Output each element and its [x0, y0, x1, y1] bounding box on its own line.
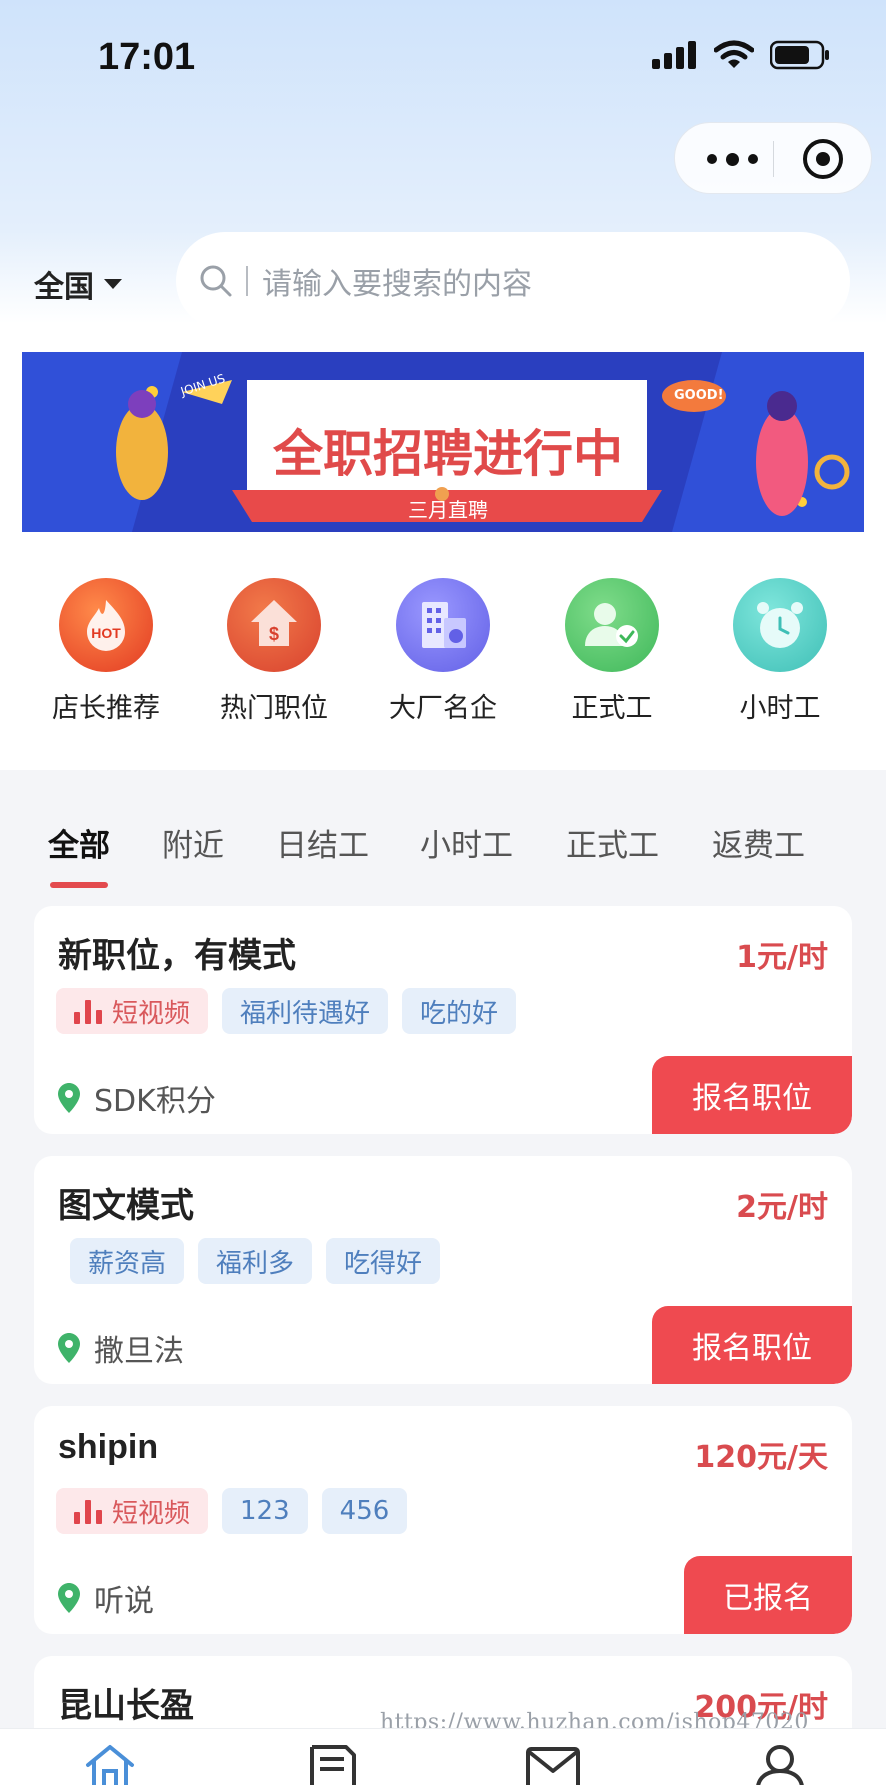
job-price: 1元/时: [736, 940, 828, 975]
search-input[interactable]: 请输入要搜索的内容: [176, 232, 850, 330]
signal-icon: [652, 41, 696, 69]
job-tag: 吃的好: [402, 988, 517, 1034]
bar-chart-icon: [74, 998, 102, 1024]
job-tag: 薪资高: [70, 1238, 185, 1284]
close-target-icon[interactable]: [803, 139, 843, 179]
user-icon[interactable]: [752, 1743, 808, 1785]
job-tag: 456: [321, 1488, 408, 1534]
tab-nearby[interactable]: 附近: [162, 820, 224, 865]
tab-hourly[interactable]: 小时工: [420, 820, 513, 865]
job-title: 昆山长盈: [58, 1686, 194, 1726]
job-price: 120元/天: [694, 1440, 828, 1475]
hot-icon: HOT: [59, 578, 153, 672]
bar-chart-icon: [74, 1498, 102, 1524]
job-tags: 薪资高 福利多 吃得好: [70, 1238, 441, 1284]
quick-links: HOT 店长推荐 $ 热门职位 大厂名企 正式工 小时工: [0, 578, 886, 728]
building-icon: [396, 578, 490, 672]
status-icons: [652, 40, 830, 70]
document-icon[interactable]: [306, 1743, 360, 1785]
location-pin-icon: [58, 1333, 80, 1363]
capsule-divider: [773, 141, 774, 177]
quick-link-label: 大厂名企: [389, 693, 497, 724]
category-tabs: 全部 附近 日结工 小时工 正式工 返费工: [0, 770, 886, 900]
quick-link-popular-jobs[interactable]: $ 热门职位: [194, 578, 354, 725]
banner-badge-right: GOOD!: [674, 388, 724, 403]
alarm-clock-icon: [733, 578, 827, 672]
job-tag: 123: [222, 1488, 308, 1534]
banner-subtitle: 三月直聘: [408, 498, 488, 522]
job-location: SDK积分: [58, 1076, 216, 1120]
location-pin-icon: [58, 1083, 80, 1113]
user-check-icon: [565, 578, 659, 672]
quick-link-label: 正式工: [571, 693, 653, 724]
battery-icon: [770, 40, 829, 70]
quick-link-label: 热门职位: [220, 693, 328, 724]
job-tag: 福利多: [198, 1238, 313, 1284]
job-tag: 福利待遇好: [222, 988, 389, 1034]
job-title: shipin: [58, 1428, 159, 1466]
job-location: 撒旦法: [58, 1326, 184, 1370]
region-selector[interactable]: 全国: [34, 262, 122, 306]
job-price: 2元/时: [736, 1190, 828, 1225]
money-house-icon: $: [227, 578, 321, 672]
more-icon[interactable]: [707, 145, 767, 173]
bottom-nav: [0, 1728, 886, 1785]
job-tag: 短视频: [56, 1488, 209, 1534]
job-card[interactable]: 新职位，有模式 1元/时 短视频 福利待遇好 吃的好 SDK积分 报名职位: [34, 906, 852, 1134]
applied-button[interactable]: 已报名: [684, 1556, 852, 1634]
mail-icon[interactable]: [524, 1743, 582, 1785]
job-location-text: SDK积分: [94, 1084, 216, 1119]
banner-title: 全职招聘进行中: [273, 424, 623, 483]
job-title: 图文模式: [58, 1186, 194, 1226]
job-card[interactable]: 图文模式 2元/时 薪资高 福利多 吃得好 撒旦法 报名职位: [34, 1156, 852, 1384]
job-tags: 短视频 福利待遇好 吃的好: [56, 988, 517, 1034]
quick-link-hourly[interactable]: 小时工: [700, 578, 860, 725]
miniprogram-capsule: [674, 122, 872, 194]
quick-link-label: 小时工: [739, 693, 821, 724]
tab-rebate[interactable]: 返费工: [712, 820, 805, 865]
job-card[interactable]: shipin 120元/天 短视频 123 456 听说 已报名: [34, 1406, 852, 1634]
job-location-text: 听说: [94, 1584, 154, 1619]
job-title: 新职位，有模式: [58, 936, 296, 976]
status-bar: 17:01: [0, 0, 886, 110]
search-icon: [200, 265, 232, 297]
tab-full-time[interactable]: 正式工: [566, 820, 659, 865]
quick-link-store-recommend[interactable]: HOT 店长推荐: [26, 578, 186, 725]
svg-text:$: $: [269, 624, 279, 644]
job-location: 听说: [58, 1576, 154, 1620]
wifi-icon: [714, 40, 754, 68]
caret-down-icon: [104, 279, 122, 289]
job-tag: 短视频: [56, 988, 209, 1034]
active-tab-indicator: [50, 882, 108, 888]
quick-link-full-time[interactable]: 正式工: [532, 578, 692, 725]
search-cursor: [246, 266, 248, 296]
promo-banner[interactable]: JOIN US GOOD! 全职招聘进行中 三月直聘: [22, 352, 864, 532]
status-time: 17:01: [98, 36, 196, 78]
search-placeholder: 请输入要搜索的内容: [262, 267, 532, 302]
region-label: 全国: [34, 270, 94, 305]
svg-text:HOT: HOT: [91, 625, 121, 641]
job-tags: 短视频 123 456: [56, 1488, 408, 1534]
location-pin-icon: [58, 1583, 80, 1613]
tab-daily[interactable]: 日结工: [276, 820, 369, 865]
apply-button[interactable]: 报名职位: [652, 1306, 852, 1384]
job-location-text: 撒旦法: [94, 1334, 184, 1369]
tab-all[interactable]: 全部: [48, 820, 110, 865]
quick-link-big-companies[interactable]: 大厂名企: [363, 578, 523, 725]
job-tag: 吃得好: [326, 1238, 441, 1284]
home-icon[interactable]: [82, 1743, 138, 1785]
quick-link-label: 店长推荐: [52, 693, 160, 724]
apply-button[interactable]: 报名职位: [652, 1056, 852, 1134]
